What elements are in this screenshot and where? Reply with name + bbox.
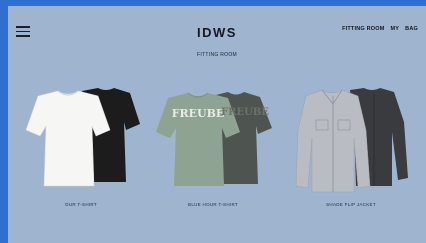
product-card-blue-hour-tshirt[interactable]: FREUBE FREUBE [154,86,272,198]
shirt-print-text: FREUBE [172,107,225,120]
tshirt-image [25,88,140,187]
product-name[interactable]: OUR T-SHIRT [22,202,140,207]
top-nav: FITTING ROOM MY BAG [342,26,418,32]
nav-bag-link[interactable]: BAG [405,26,418,32]
product-name[interactable]: BLUE HOUR T-SHIRT [154,202,272,207]
page-canvas: IDWS FITTING ROOM MY BAG FITTING ROOM OU… [8,6,426,243]
nav-my-link[interactable]: MY [391,26,400,32]
nav-fitting-room-link[interactable]: FITTING ROOM [342,26,384,32]
tshirt-image: FREUBE FREUBE [156,92,272,186]
svg-text:FREUBE: FREUBE [221,107,269,118]
page-subtitle: FITTING ROOM [197,52,237,58]
product-name[interactable]: SHADE FLIP JACKET [292,202,410,207]
product-card-shade-flip-jacket[interactable] [292,86,410,198]
product-card-our-tshirt[interactable] [22,86,140,198]
hamburger-menu-icon[interactable] [16,26,30,37]
jacket-image [295,88,408,193]
